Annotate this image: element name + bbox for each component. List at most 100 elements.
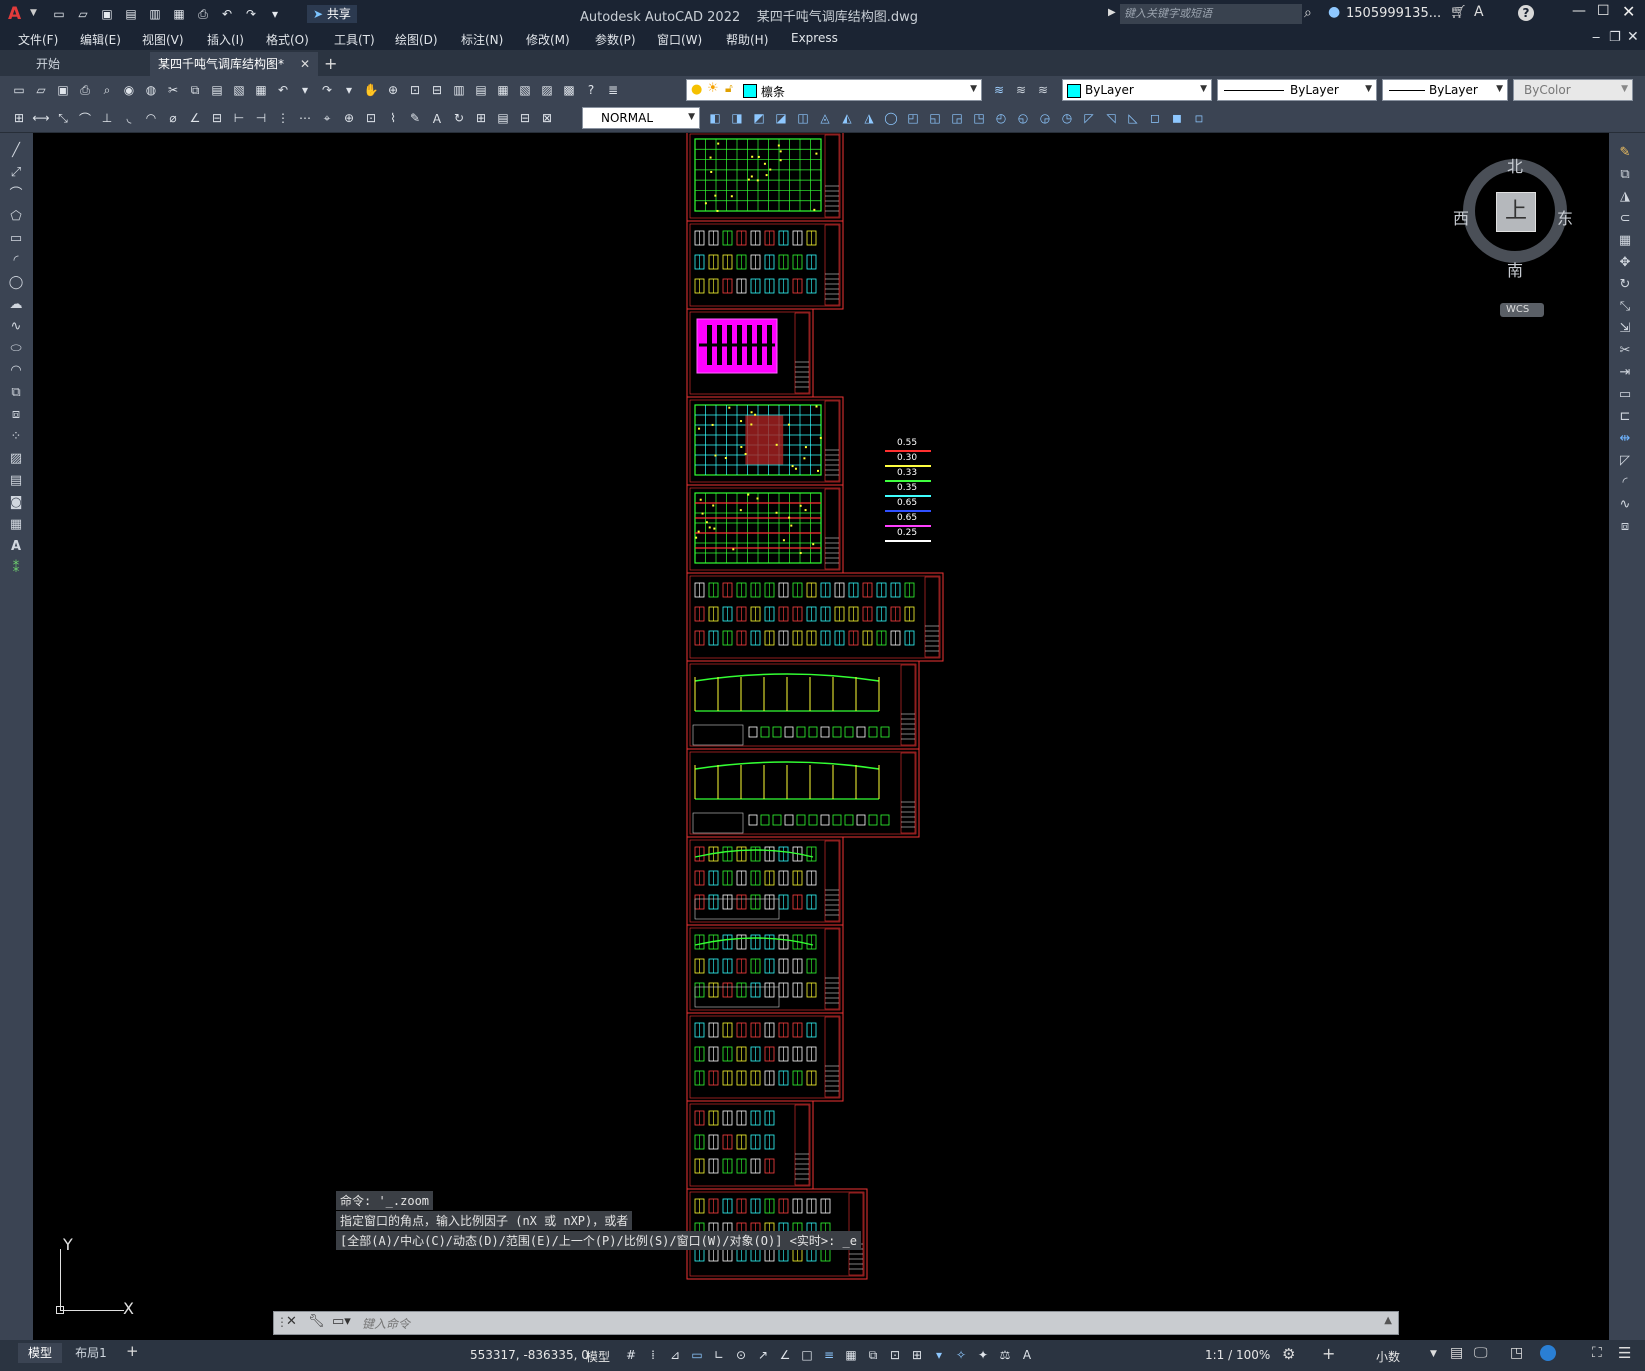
- save-web-icon[interactable]: ▦: [170, 5, 188, 23]
- diameter-icon[interactable]: ⌀: [164, 109, 182, 127]
- 3d-osnap-icon[interactable]: ⊡: [886, 1346, 904, 1364]
- ortho-icon[interactable]: ∟: [710, 1346, 728, 1364]
- dimstyle-dropdown[interactable]: NORMAL ▼: [582, 107, 700, 129]
- fillet-mod-icon[interactable]: ◻: [1146, 109, 1164, 127]
- add-layout-button[interactable]: +: [126, 1342, 139, 1360]
- baseline-icon[interactable]: ⊢: [230, 109, 248, 127]
- menu-format[interactable]: 格式(O): [266, 31, 309, 48]
- undo-icon[interactable]: ↶: [274, 81, 292, 99]
- plus-icon[interactable]: +: [1322, 1344, 1335, 1363]
- menu-draw[interactable]: 绘图(D): [395, 31, 438, 48]
- copy-mod-icon[interactable]: ◮: [860, 109, 878, 127]
- tab-drawing[interactable]: 某四千吨气调库结构图* ✕: [150, 52, 318, 76]
- linear-dim-icon[interactable]: ⟷: [32, 109, 50, 127]
- draworder-icon[interactable]: ◽: [1190, 109, 1208, 127]
- ellipse-icon[interactable]: ⬭: [8, 341, 24, 357]
- polyline-icon[interactable]: ⌒: [8, 187, 24, 203]
- help-icon[interactable]: ?: [582, 81, 600, 99]
- properties-icon[interactable]: ▥: [450, 81, 468, 99]
- layer-manager-icon[interactable]: ≣: [604, 81, 622, 99]
- qdim-icon[interactable]: ⊞: [10, 109, 28, 127]
- search-input[interactable]: 键入关键字或短语: [1120, 4, 1302, 24]
- explode-icon[interactable]: ⧈: [1617, 519, 1633, 535]
- region-icon[interactable]: ◙: [8, 495, 24, 511]
- cut-icon[interactable]: ✂: [164, 81, 182, 99]
- sheet-set-icon[interactable]: ▧: [516, 81, 534, 99]
- ordinate-icon[interactable]: ⊥: [98, 109, 116, 127]
- chamfer-mod-icon[interactable]: ◺: [1124, 109, 1142, 127]
- wcs-menu-button[interactable]: WCS: [1500, 303, 1544, 317]
- user-icon[interactable]: ●: [1328, 4, 1340, 20]
- coordinates-readout[interactable]: 553317, -836335, 0: [470, 1348, 589, 1362]
- plot-icon[interactable]: ⎙: [76, 81, 94, 99]
- tab-close-icon[interactable]: ✕: [300, 52, 310, 76]
- gradient-icon[interactable]: ▤: [8, 473, 24, 489]
- offset-icon[interactable]: ⊂: [1617, 211, 1633, 227]
- angular-icon[interactable]: ∠: [186, 109, 204, 127]
- user-name[interactable]: 1505999135...: [1346, 6, 1441, 21]
- lineweight-dropdown[interactable]: ByLayer ▼: [1382, 79, 1508, 101]
- undo-list-icon[interactable]: ▾: [296, 81, 314, 99]
- drawing-canvas[interactable]: 0.55 0.30 0.33 0.35 0.65 0.65 0.25 上 北 南 东 西 W…: [33, 133, 1609, 1340]
- layer-state-icon[interactable]: ≋: [1012, 81, 1030, 99]
- redo-list-icon[interactable]: ▾: [340, 81, 358, 99]
- scale-mod-icon[interactable]: ◴: [992, 109, 1010, 127]
- doc-minimize-icon[interactable]: ‒: [1592, 30, 1600, 45]
- infer-icon[interactable]: ⊿: [666, 1346, 684, 1364]
- model-space-button[interactable]: 模型: [586, 1348, 610, 1365]
- move-icon[interactable]: ✥: [1617, 255, 1633, 271]
- tab-layout1[interactable]: 布局1: [66, 1343, 116, 1363]
- osnap-icon[interactable]: □: [798, 1346, 816, 1364]
- dynamic-input-icon[interactable]: ▭: [688, 1346, 706, 1364]
- zoom-previous-icon[interactable]: ⊟: [428, 81, 446, 99]
- qopen-icon[interactable]: ▱: [32, 81, 50, 99]
- break-icon[interactable]: ⊏: [1617, 409, 1633, 425]
- tab-start[interactable]: 开始: [26, 52, 156, 76]
- mleader-icon[interactable]: ◧: [706, 109, 724, 127]
- app-menu-chevron-icon[interactable]: ▼: [30, 8, 37, 18]
- tab-model[interactable]: 模型: [18, 1343, 62, 1363]
- zoom-window-icon[interactable]: ⊡: [406, 81, 424, 99]
- align-leader-icon[interactable]: ◪: [772, 109, 790, 127]
- quick-properties-icon[interactable]: ▤: [1450, 1345, 1463, 1361]
- search-expand-icon[interactable]: ▶: [1108, 7, 1116, 18]
- dim-style-icon[interactable]: ⊞: [472, 109, 490, 127]
- autodesk-app-icon[interactable]: A: [1474, 4, 1484, 20]
- line-icon[interactable]: ╱: [8, 143, 24, 159]
- redo-icon[interactable]: ↷: [318, 81, 336, 99]
- remove-leader-icon[interactable]: ◩: [750, 109, 768, 127]
- close-icon[interactable]: ✕: [1622, 2, 1635, 21]
- qsave-icon[interactable]: ▣: [54, 81, 72, 99]
- minimize-icon[interactable]: —: [1572, 3, 1586, 19]
- array-icon[interactable]: ▦: [1617, 233, 1633, 249]
- object-snap-track-icon[interactable]: ∠: [776, 1346, 794, 1364]
- table-icon[interactable]: ▦: [8, 517, 24, 533]
- dim-break-icon[interactable]: ⋯: [296, 109, 314, 127]
- join-mod-icon[interactable]: ◹: [1102, 109, 1120, 127]
- dim-update-icon[interactable]: ↻: [450, 109, 468, 127]
- menu-dimension[interactable]: 标注(N): [461, 31, 503, 48]
- save-icon[interactable]: ▣: [98, 5, 116, 23]
- add-selected-icon[interactable]: ⁑: [8, 561, 24, 577]
- filter-icon[interactable]: ▾: [930, 1346, 948, 1364]
- annotation-scale[interactable]: 1:1 / 100%: [1205, 1348, 1270, 1362]
- viewcube-face-top[interactable]: 上: [1496, 192, 1536, 232]
- annotation-visibility-icon[interactable]: ✦: [974, 1346, 992, 1364]
- copy-icon[interactable]: ⧉: [1617, 167, 1633, 183]
- rectangle-icon[interactable]: ▭: [8, 231, 24, 247]
- autoscale-icon[interactable]: ⚖: [996, 1346, 1014, 1364]
- menu-window[interactable]: 窗口(W): [657, 31, 702, 48]
- linetype-dropdown[interactable]: ByLayer ▼: [1217, 79, 1377, 101]
- open-web-icon[interactable]: ▥: [146, 5, 164, 23]
- new-tab-button[interactable]: +: [324, 54, 337, 73]
- arc-icon[interactable]: ◜: [8, 253, 24, 269]
- save-as-icon[interactable]: ▤: [122, 5, 140, 23]
- rotate-icon[interactable]: ↻: [1617, 277, 1633, 293]
- explode-mod-icon[interactable]: ◼: [1168, 109, 1186, 127]
- collect-leader-icon[interactable]: ◫: [794, 109, 812, 127]
- revision-cloud-icon[interactable]: ☁: [8, 297, 24, 313]
- gizmo-icon[interactable]: ✧: [952, 1346, 970, 1364]
- publish-icon[interactable]: ◉: [120, 81, 138, 99]
- menu-tools[interactable]: 工具(T): [334, 31, 375, 48]
- stretch-icon[interactable]: ⇲: [1617, 321, 1633, 337]
